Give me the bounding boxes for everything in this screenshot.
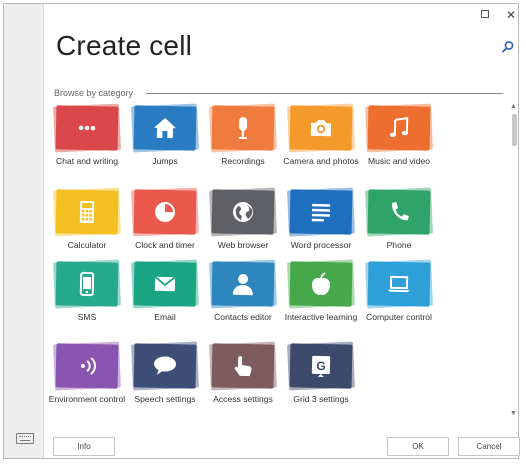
tile-label: Jumps [152,156,178,166]
tile-label: Computer control [366,312,432,322]
tile-label: Clock and timer [135,240,195,250]
tile-label: Environment control [48,394,126,404]
music-note-icon [367,105,431,151]
tile-label: Phone [386,240,412,250]
tile-computer-control[interactable]: Computer control [360,259,438,323]
tile-icon-box [131,187,199,237]
tile-interactive-learning[interactable]: Interactive learning [282,259,360,323]
tile-icon-box [53,259,121,309]
page-title: Create cell [56,30,193,61]
tile-label: Interactive learning [284,312,358,322]
pointer-hand-icon [211,343,275,389]
envelope-icon [133,261,197,307]
cancel-button[interactable]: Cancel [458,437,520,456]
tile-contacts-editor[interactable]: Contacts editor [204,259,282,323]
tile-icon-box [131,103,199,153]
tile-access-settings[interactable]: Access settings [204,341,282,405]
maximize-icon [481,10,489,18]
tile-icon-box: G [287,341,355,391]
tile-label: Access settings [213,394,273,404]
tile-label: Grid 3 settings [293,394,349,404]
tile-icon-box [53,341,121,391]
tile-icon-box [131,341,199,391]
globe-icon [211,189,275,235]
tile-recordings[interactable]: Recordings [204,103,282,167]
tile-calculator[interactable]: Calculator [48,187,126,251]
apple-icon [289,261,353,307]
tile-icon-box [365,259,433,309]
tile-label: Chat and writing [55,156,119,166]
tile-email[interactable]: Email [126,259,204,323]
document-icon [289,189,353,235]
tile-icon-box [209,259,277,309]
person-icon [211,261,275,307]
tile-camera-and-photos[interactable]: Camera and photos [282,103,360,167]
scrollbar-thumb[interactable] [512,114,517,146]
tile-label: Email [154,312,176,322]
scroll-up-arrow-icon[interactable]: ▲ [510,103,517,110]
speech-bubble-icon [133,343,197,389]
tile-icon-box [287,187,355,237]
tile-label: Recordings [221,156,265,166]
tile-phone[interactable]: Phone [360,187,438,251]
tile-icon-box [287,103,355,153]
home-icon [133,105,197,151]
tile-clock-and-timer[interactable]: Clock and timer [126,187,204,251]
tile-label: Contacts editor [214,312,272,322]
laptop-icon [367,261,431,307]
tile-icon-box [131,259,199,309]
tile-icon-box [365,187,433,237]
phone-icon [367,189,431,235]
category-divider [146,93,503,94]
left-sidebar [4,4,44,458]
svg-text:G: G [316,359,326,373]
tile-icon-box [53,187,121,237]
camera-icon [289,105,353,151]
tile-icon-box [287,259,355,309]
keyboard-icon[interactable] [16,433,34,444]
tile-environment-control[interactable]: Environment control [48,341,126,405]
info-button[interactable]: Info [53,437,115,456]
tile-label: Speech settings [134,394,196,404]
tile-icon-box [209,187,277,237]
tile-word-processor[interactable]: Word processor [282,187,360,251]
calculator-icon [55,189,119,235]
tile-music-and-video[interactable]: Music and video [360,103,438,167]
mobile-icon [55,261,119,307]
tile-label: SMS [77,312,97,322]
tile-web-browser[interactable]: Web browser [204,187,282,251]
tile-label: Camera and photos [283,156,359,166]
tile-icon-box [365,103,433,153]
microphone-icon [211,105,275,151]
ok-button[interactable]: OK [387,437,449,456]
chat-icon [55,105,119,151]
tile-label: Word processor [290,240,352,250]
tile-speech-settings[interactable]: Speech settings [126,341,204,405]
scrollbar[interactable] [509,103,519,421]
tile-label: Web browser [217,240,269,250]
close-button[interactable]: ✕ [504,9,518,21]
tile-sms[interactable]: SMS [48,259,126,323]
tile-label: Calculator [67,240,107,250]
tile-jumps[interactable]: Jumps [126,103,204,167]
tile-icon-box [209,341,277,391]
scroll-down-arrow-icon[interactable]: ▼ [510,410,517,417]
grid3-logo-icon: G [289,343,353,389]
tile-icon-box [209,103,277,153]
tile-icon-box [53,103,121,153]
wireless-icon [55,343,119,389]
maximize-button[interactable] [478,9,492,21]
search-icon[interactable] [501,40,515,54]
clock-icon [133,189,197,235]
tile-grid-3-settings[interactable]: G Grid 3 settings [282,341,360,405]
tile-chat-and-writing[interactable]: Chat and writing [48,103,126,167]
tile-label: Music and video [367,156,431,166]
category-heading: Browse by category [54,88,134,98]
